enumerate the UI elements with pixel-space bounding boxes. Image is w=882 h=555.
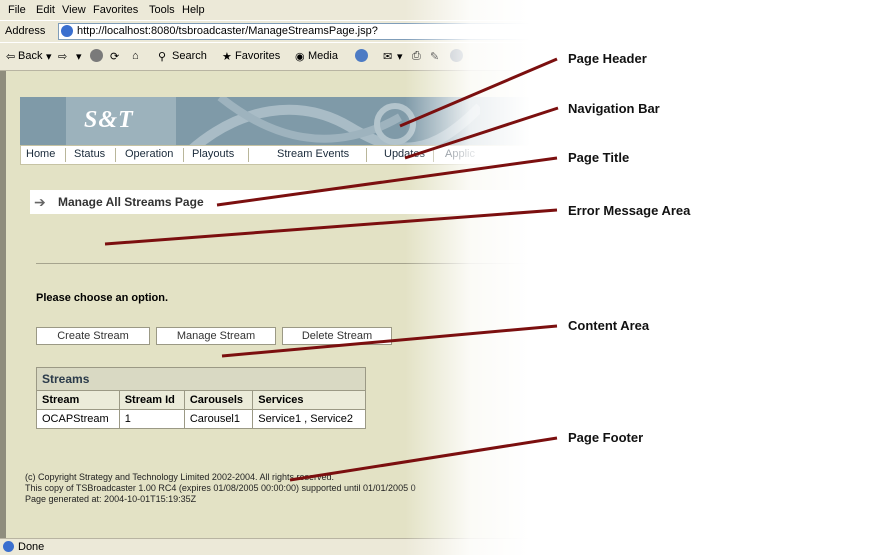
leader-line-title xyxy=(216,156,558,207)
callout-page-footer: Page Footer xyxy=(568,430,644,445)
callout-navigation-bar: Navigation Bar xyxy=(568,101,660,116)
callout-error-message-area: Error Message Area xyxy=(568,203,691,218)
callout-page-header: Page Header xyxy=(568,51,647,66)
annotated-screenshot: File Edit View Favorites Tools Help Addr… xyxy=(0,0,882,555)
leader-line-content xyxy=(221,324,558,358)
callout-content-area: Content Area xyxy=(568,318,650,333)
leader-line-error xyxy=(104,208,558,246)
annotation-leader-lines xyxy=(104,57,559,482)
leader-line-footer xyxy=(289,436,558,482)
callout-page-title: Page Title xyxy=(568,150,630,165)
